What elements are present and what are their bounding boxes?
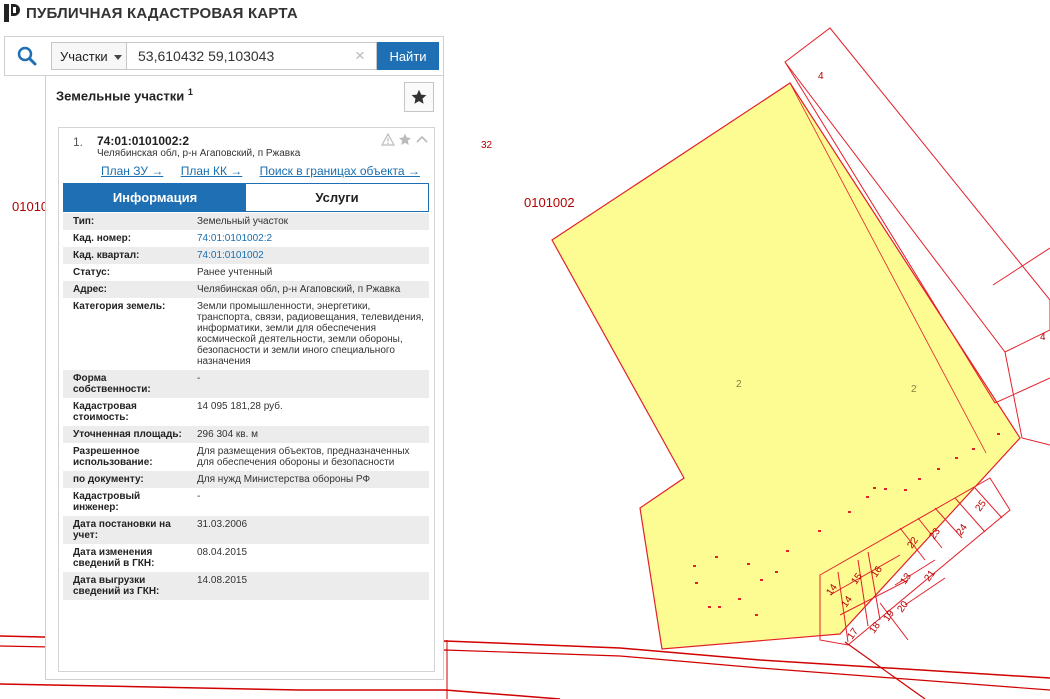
parcel-number-label: 13 — [898, 571, 914, 587]
info-label: Статус: — [73, 267, 111, 278]
info-row: Кадастровая стоимость: 14 095 181,28 руб. — [63, 398, 429, 426]
result-tabs: Информация Услуги — [63, 183, 429, 212]
result-index: 1. — [73, 135, 84, 149]
result-card[interactable]: 1. 74:01:0101002:2 Челябинская обл, р-н … — [58, 127, 435, 672]
logo-icon[interactable] — [4, 4, 20, 22]
parcel-number-label: 18 — [867, 620, 883, 636]
favorites-button[interactable] — [404, 82, 434, 112]
info-row: Кадастровый инженер: - — [63, 488, 429, 516]
chevron-up-icon[interactable] — [415, 133, 429, 146]
quarter-label: 0101002 — [524, 195, 575, 210]
road-line — [0, 683, 561, 699]
chevron-down-icon — [113, 54, 122, 60]
info-row: Тип: Земельный участок — [63, 213, 429, 230]
panel-title-text: Земельные участки — [56, 88, 185, 104]
star-icon[interactable] — [398, 133, 412, 146]
info-value: Земельный участок — [187, 213, 429, 230]
info-value: Земли промышленности, энергетики, трансп… — [197, 301, 424, 367]
info-row: Уточненная площадь: 296 304 кв. м — [63, 426, 429, 443]
parcel-number-label: 4 — [818, 71, 824, 82]
info-label: Дата постановки на учет: — [63, 516, 187, 544]
search-bar: Участки × Найти — [4, 36, 444, 76]
info-value: 14.08.2015 — [187, 572, 429, 600]
parcel-number-label: 19 — [881, 608, 897, 624]
find-button[interactable]: Найти — [377, 42, 439, 70]
info-row: Дата изменения сведений в ГКН: 08.04.2015 — [63, 544, 429, 572]
info-label: по документу: — [63, 471, 187, 488]
info-row: Кад. квартал: 74:01:0101002 — [63, 247, 429, 264]
app-header: ПУБЛИЧНАЯ КАДАСТРОВАЯ КАРТА — [4, 2, 298, 24]
tab-information[interactable]: Информация — [64, 184, 246, 211]
info-row: Форма собственности: - — [63, 370, 429, 398]
info-value: - — [197, 491, 201, 502]
info-label: Кад. номер: — [73, 233, 132, 244]
parcel-number-label: 2 — [911, 384, 917, 395]
info-label: Категория земель: — [73, 301, 166, 312]
info-label: Дата выгрузки сведений из ГКН: — [63, 572, 187, 600]
search-input[interactable] — [127, 42, 377, 70]
app-title: ПУБЛИЧНАЯ КАДАСТРОВАЯ КАРТА — [26, 4, 298, 22]
result-actions — [381, 133, 429, 146]
info-value: Для нужд Министерства обороны РФ — [187, 471, 429, 488]
info-label: Кад. квартал: — [63, 247, 187, 264]
info-value: 31.03.2006 — [187, 516, 429, 544]
parcel-number-label: 20 — [895, 599, 911, 615]
info-value[interactable]: 74:01:0101002:2 — [187, 230, 429, 247]
star-icon — [411, 89, 427, 104]
object-type-label: Участки — [60, 48, 108, 64]
info-value[interactable]: 74:01:0101002 — [187, 247, 429, 264]
info-row: Категория земель: Земли промышленности, э… — [63, 298, 429, 370]
result-address: Челябинская обл, р-н Агаповский, п Ржавк… — [97, 148, 301, 159]
info-label: Разрешенное использование: — [73, 446, 153, 468]
search-icon[interactable] — [17, 46, 37, 66]
info-row: по документу: Для нужд Министерства оборо… — [63, 471, 429, 488]
cadastral-number[interactable]: 74:01:0101002:2 — [97, 134, 189, 148]
parcel-boundary — [844, 641, 926, 699]
info-label: Кадастровый инженер: — [73, 491, 141, 513]
selected-parcel[interactable] — [551, 82, 1021, 650]
info-label: Дата изменения сведений в ГКН: — [73, 547, 155, 569]
info-value: 08.04.2015 — [197, 547, 248, 558]
info-label: Адрес: — [63, 281, 187, 298]
info-label: Форма собственности: — [63, 370, 187, 398]
info-value: 296 304 кв. м — [187, 426, 429, 443]
parcel-boundary — [992, 247, 1050, 286]
parcel-number-label: 24 — [954, 522, 970, 538]
warning-icon[interactable] — [381, 133, 395, 146]
parcel-number-label: 4 — [1040, 332, 1046, 343]
info-row: Дата постановки на учет: 31.03.2006 — [63, 516, 429, 544]
info-row: Адрес: Челябинская обл, р-н Агаповский, п… — [63, 281, 429, 298]
parcel-number-label: 2 — [736, 379, 742, 390]
clear-icon[interactable]: × — [355, 46, 365, 66]
result-count: 1 — [187, 87, 193, 97]
object-type-select[interactable]: Участки — [51, 42, 127, 70]
info-row: Статус: Ранее учтенный — [63, 264, 429, 281]
info-label: Уточненная площадь: — [63, 426, 187, 443]
parcel-number-label: 32 — [481, 140, 493, 151]
parcel-plan-link[interactable]: План ЗУ → — [101, 164, 163, 178]
results-panel: Земельные участки 1 1. 74:01:0101002:2 Ч… — [45, 76, 444, 680]
info-table: Тип: Земельный участок Кад. номер: 74:01:01… — [63, 213, 429, 600]
info-label: Кадастровая стоимость: — [73, 401, 137, 423]
info-value: Челябинская обл, р-н Агаповский, п Ржавк… — [187, 281, 429, 298]
panel-title: Земельные участки 1 — [56, 87, 193, 103]
info-value: Для размещения объектов, предназначенных… — [197, 446, 410, 468]
info-row: Кад. номер: 74:01:0101002:2 — [63, 230, 429, 247]
result-links: План ЗУ → План КК → Поиск в границах объ… — [101, 164, 420, 178]
tab-services[interactable]: Услуги — [246, 184, 428, 211]
info-label: Тип: — [63, 213, 187, 230]
info-row: Разрешенное использование: Для размещения… — [63, 443, 429, 471]
info-row: Дата выгрузки сведений из ГКН: 14.08.2015 — [63, 572, 429, 600]
search-within-link[interactable]: Поиск в границах объекта → — [260, 164, 420, 178]
info-value: Ранее учтенный — [197, 267, 273, 278]
info-value: 14 095 181,28 руб. — [197, 401, 283, 412]
quarter-plan-link[interactable]: План КК → — [181, 164, 243, 178]
info-value: - — [187, 370, 429, 398]
